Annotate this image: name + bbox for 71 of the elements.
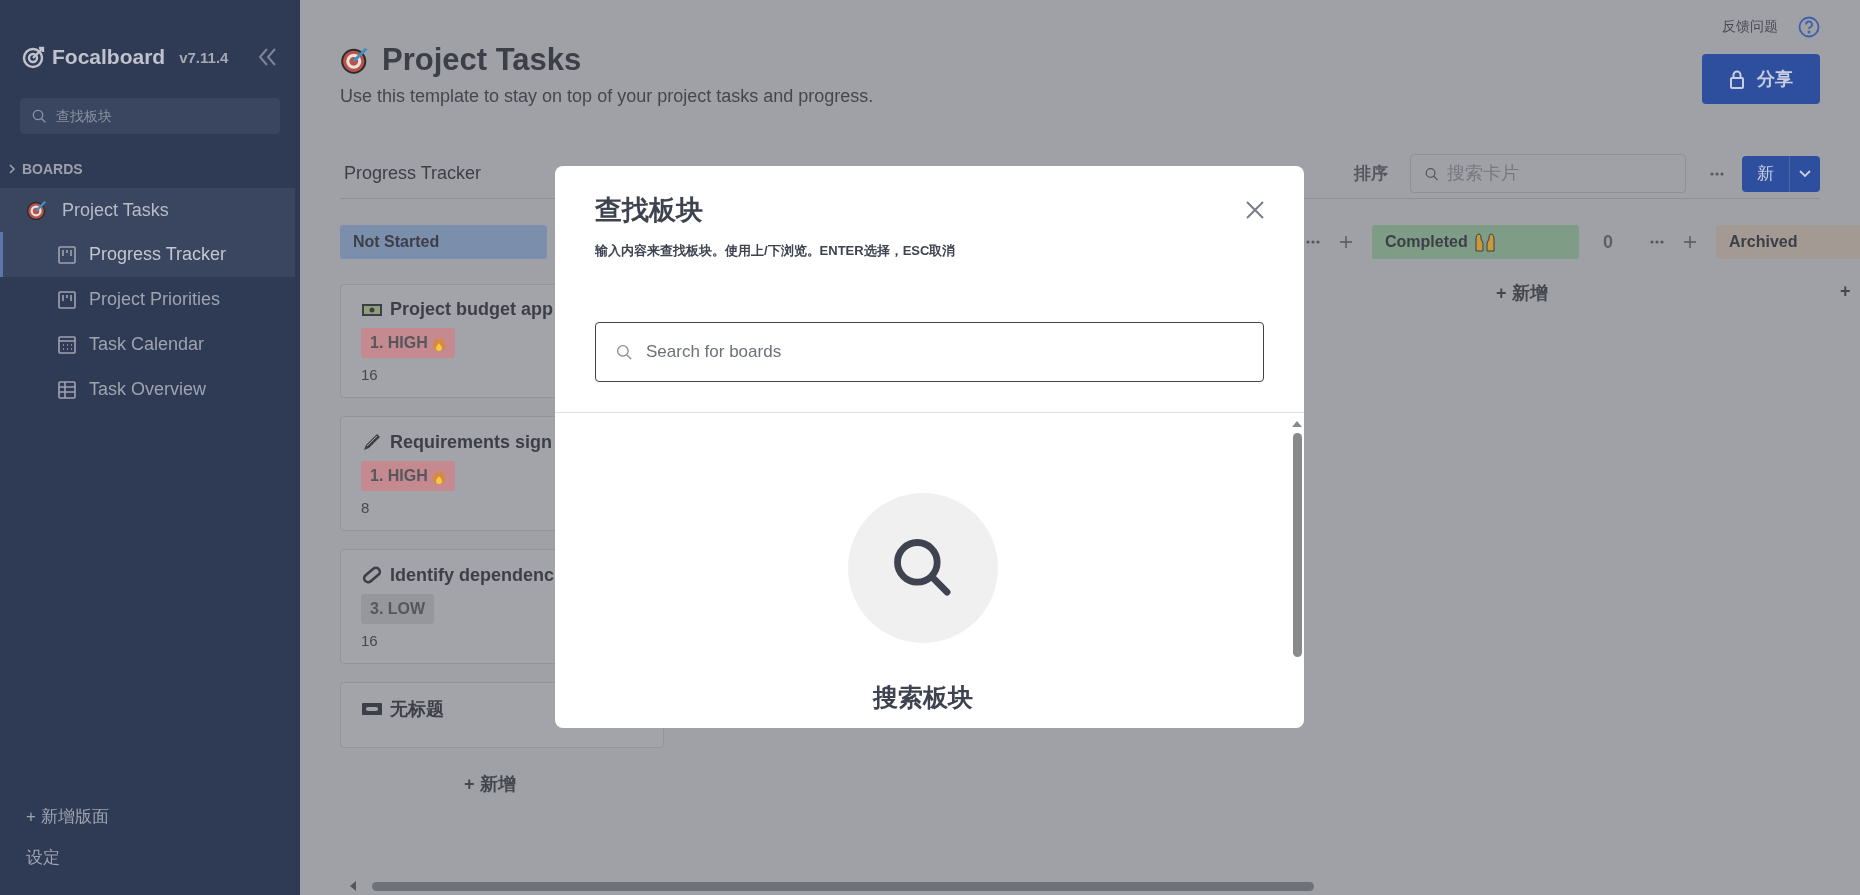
target-icon <box>26 199 48 221</box>
version-label: v7.11.4 <box>179 48 229 66</box>
help-icon <box>1798 16 1820 38</box>
view-title[interactable]: Progress Tracker <box>344 163 482 184</box>
card-title: Project budget app <box>390 299 553 320</box>
chevron-down-icon <box>1799 169 1811 178</box>
priority-tag: 3. LOW <box>361 594 435 624</box>
pen-icon <box>361 431 383 453</box>
board-search-field[interactable]: 查找板块 <box>20 98 280 134</box>
column-label[interactable]: Archived <box>1716 225 1860 259</box>
scrollbar-thumb[interactable] <box>372 881 1314 891</box>
search-icon <box>31 108 47 124</box>
feedback-link[interactable]: 反馈问题 <box>1722 18 1778 36</box>
chevron-right-icon <box>8 164 16 174</box>
more-icon[interactable] <box>1306 240 1320 244</box>
board-icon <box>57 289 77 310</box>
view-item[interactable]: Project Priorities <box>0 277 295 322</box>
priority-tag: 1. HIGH <box>361 461 455 491</box>
view-item[interactable]: Progress Tracker <box>0 232 295 277</box>
paperclip-icon <box>361 564 383 586</box>
close-icon <box>1246 201 1264 219</box>
card-title: Identify dependenc <box>390 564 555 586</box>
dialog-hint: 输入内容来查找板块。使用上/下浏览。ENTER选择，ESC取消 <box>595 242 957 260</box>
table-icon <box>57 379 77 400</box>
search-icon <box>615 343 633 361</box>
share-button[interactable]: 分享 <box>1702 54 1820 104</box>
column-label[interactable]: Not Started <box>340 225 547 259</box>
estimate-value: 16 <box>361 632 379 649</box>
add-card-button[interactable]: + 新增 <box>1496 281 1548 305</box>
view-item[interactable]: Task Calendar <box>0 322 295 367</box>
dialog-title: 查找板块 <box>595 194 703 227</box>
board-title: Project Tasks <box>382 42 582 78</box>
board-item[interactable]: Project Tasks <box>0 188 295 232</box>
add-card-button[interactable]: + 新增 <box>464 772 516 796</box>
card-title: Requirements sign <box>390 431 553 453</box>
scroll-left-icon <box>350 881 356 891</box>
board-description: Use this template to stay on top of your project tasks and progress. <box>340 86 874 107</box>
logo-icon <box>22 45 46 69</box>
section-heading[interactable]: BOARDS <box>22 161 83 177</box>
board-icon <box>57 244 77 265</box>
empty-state-title: 搜索板块 <box>872 682 973 713</box>
card-title: 无标题 <box>390 698 444 721</box>
lock-icon <box>1729 69 1745 89</box>
plus-icon <box>1340 236 1352 248</box>
sidebar-link[interactable]: 设定 <box>26 846 274 869</box>
search-icon <box>1424 166 1439 181</box>
collapse-icon[interactable] <box>258 48 278 66</box>
view-item[interactable]: Task Overview <box>0 367 295 412</box>
card-count: 0 <box>1603 231 1613 253</box>
banknote-icon <box>361 301 383 318</box>
app-logo: Focalboard <box>52 45 166 69</box>
cassette-icon <box>361 702 383 716</box>
sidebar-link[interactable]: + 新增版面 <box>26 805 274 828</box>
priority-tag: 1. HIGH <box>361 328 455 358</box>
estimate-value: 8 <box>361 499 371 516</box>
target-icon <box>340 45 370 75</box>
more-icon[interactable] <box>1650 240 1664 244</box>
raised-hands-icon <box>1473 232 1496 252</box>
plus-icon <box>1684 236 1696 248</box>
scroll-up-icon <box>1292 421 1302 427</box>
column-label[interactable]: Completed <box>1372 225 1579 259</box>
estimate-value: 16 <box>361 366 379 383</box>
more-icon[interactable] <box>1710 171 1724 176</box>
add-card-button[interactable]: + <box>1840 281 1851 302</box>
close-button[interactable] <box>1246 201 1264 219</box>
calendar-icon <box>57 334 77 355</box>
scrollbar-thumb[interactable] <box>1292 433 1302 657</box>
flame-icon <box>431 334 446 352</box>
toolbar-button[interactable]: 排序 <box>1346 162 1396 185</box>
board-search-field[interactable]: Search for boards <box>595 322 1264 382</box>
flame-icon <box>431 467 446 485</box>
